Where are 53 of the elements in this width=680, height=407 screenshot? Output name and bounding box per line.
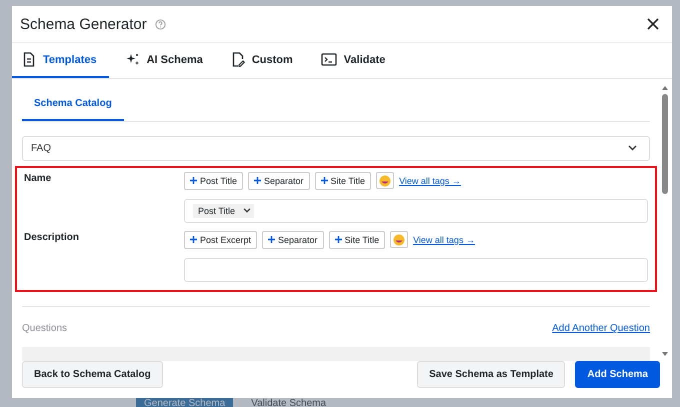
scroll-up-icon[interactable] <box>661 85 669 91</box>
close-icon[interactable] <box>647 18 659 30</box>
emoji-icon <box>379 174 392 187</box>
document-icon <box>22 52 36 67</box>
scroll-down-icon[interactable] <box>661 351 669 357</box>
plus-icon <box>334 236 342 244</box>
add-tag-button[interactable]: Separator <box>248 172 310 190</box>
chip-label: Post Title <box>198 206 236 216</box>
add-tag-button[interactable]: Site Title <box>314 172 372 190</box>
chevron-down-icon <box>628 145 637 152</box>
tab[interactable]: Templates <box>12 43 109 78</box>
tag-chip[interactable]: Post Title <box>193 204 254 218</box>
field-label: Name <box>24 172 52 186</box>
back-button[interactable]: Back to Schema Catalog <box>22 361 163 388</box>
tag-label: Site Title <box>344 234 380 245</box>
sub-tab[interactable]: Schema Catalog <box>22 90 124 121</box>
plus-icon <box>254 177 262 184</box>
schema-type-dropdown[interactable]: FAQ <box>22 136 650 161</box>
add-question-link[interactable]: Add Another Question <box>552 322 650 334</box>
plus-icon <box>190 236 197 244</box>
tag-label: Separator <box>264 176 304 186</box>
plus-icon <box>190 177 197 184</box>
field-label: Description <box>24 230 80 245</box>
document-edit-icon <box>230 52 245 67</box>
tag-label: Separator <box>278 234 318 245</box>
tab[interactable]: AI Schema <box>114 43 215 78</box>
add-tag-button[interactable]: Post Title <box>184 172 244 190</box>
tag-label: Post Excerpt <box>200 234 252 245</box>
dialog-title: Schema Generator <box>20 16 147 32</box>
tab[interactable]: Validate <box>310 43 398 78</box>
help-icon[interactable] <box>154 18 166 30</box>
save-template-button[interactable]: Save Schema as Template <box>417 361 566 388</box>
background-button[interactable]: Validate Schema <box>243 395 334 407</box>
emoji-button[interactable] <box>390 231 408 248</box>
add-tag-button[interactable]: Post Excerpt <box>184 230 258 249</box>
plus-icon <box>268 236 276 244</box>
tag-label: Site Title <box>330 176 366 186</box>
emoji-button[interactable] <box>376 172 394 190</box>
add-tag-button[interactable]: Site Title <box>328 230 386 249</box>
add-tag-button[interactable]: Separator <box>262 230 324 249</box>
terminal-icon <box>320 53 337 66</box>
view-all-tags-link[interactable]: View all tags → <box>413 234 475 245</box>
tag-label: Post Title <box>200 176 238 186</box>
section-label: Questions <box>22 322 68 334</box>
view-all-tags-link[interactable]: View all tags → <box>399 176 461 186</box>
input-field[interactable] <box>184 258 648 282</box>
emoji-icon <box>393 234 406 246</box>
plus-icon <box>320 177 328 184</box>
input-field[interactable]: Post Title <box>184 198 648 223</box>
add-schema-button[interactable]: Add Schema <box>575 361 660 388</box>
sparkles-icon <box>124 52 140 67</box>
tab[interactable]: Custom <box>220 43 305 78</box>
chevron-down-icon <box>243 208 252 214</box>
